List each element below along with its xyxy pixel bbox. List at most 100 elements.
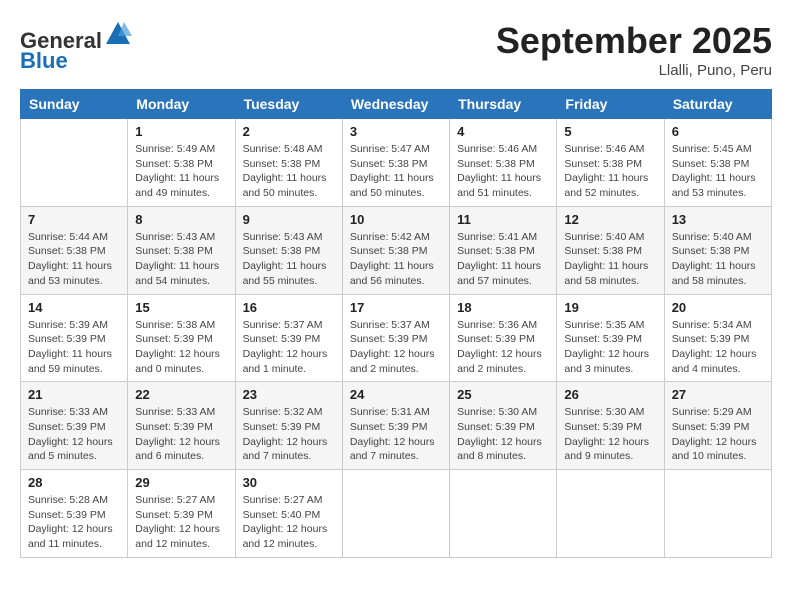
day-number: 28 [28, 475, 120, 490]
col-header-friday: Friday [557, 90, 664, 119]
day-info: Sunrise: 5:27 AMSunset: 5:39 PMDaylight:… [135, 493, 227, 552]
day-info: Sunrise: 5:48 AMSunset: 5:38 PMDaylight:… [243, 142, 335, 201]
calendar-cell: 15Sunrise: 5:38 AMSunset: 5:39 PMDayligh… [128, 294, 235, 382]
day-number: 5 [564, 124, 656, 139]
day-number: 10 [350, 212, 442, 227]
day-info: Sunrise: 5:44 AMSunset: 5:38 PMDaylight:… [28, 230, 120, 289]
calendar-cell: 21Sunrise: 5:33 AMSunset: 5:39 PMDayligh… [21, 382, 128, 470]
calendar-cell: 29 Sunrise: 5:27 AMSunset: 5:39 PMDayligh… [128, 470, 235, 558]
calendar-cell: 9 Sunrise: 5:43 AMSunset: 5:38 PMDaylight… [235, 206, 342, 294]
calendar-cell: 23Sunrise: 5:32 AMSunset: 5:39 PMDayligh… [235, 382, 342, 470]
day-number: 23 [243, 387, 335, 402]
calendar-cell [342, 470, 449, 558]
title-block: September 2025 Llalli, Puno, Peru [496, 20, 772, 79]
calendar-cell: 17 Sunrise: 5:37 AMSunset: 5:39 PMDayligh… [342, 294, 449, 382]
calendar-cell: 25 Sunrise: 5:30 AMSunset: 5:39 PMDayligh… [450, 382, 557, 470]
calendar-cell: 4 Sunrise: 5:46 AMSunset: 5:38 PMDaylight… [450, 119, 557, 207]
page-header: General Blue September 2025 Llalli, Puno… [20, 20, 772, 79]
day-number: 29 [135, 475, 227, 490]
day-info: Sunrise: 5:43 AMSunset: 5:38 PMDaylight:… [243, 230, 335, 289]
calendar-cell: 1 Sunrise: 5:49 AMSunset: 5:38 PMDaylight… [128, 119, 235, 207]
calendar-table: SundayMondayTuesdayWednesdayThursdayFrid… [20, 89, 772, 558]
day-info: Sunrise: 5:27 AMSunset: 5:40 PMDaylight:… [243, 493, 335, 552]
day-number: 1 [135, 124, 227, 139]
day-number: 18 [457, 300, 549, 315]
day-number: 21 [28, 387, 120, 402]
calendar-cell: 28Sunrise: 5:28 AMSunset: 5:39 PMDayligh… [21, 470, 128, 558]
calendar-cell: 22 Sunrise: 5:33 AMSunset: 5:39 PMDayligh… [128, 382, 235, 470]
day-number: 24 [350, 387, 442, 402]
month-title: September 2025 [496, 20, 772, 62]
calendar-cell: 12 Sunrise: 5:40 AMSunset: 5:38 PMDayligh… [557, 206, 664, 294]
day-info: Sunrise: 5:39 AMSunset: 5:39 PMDaylight:… [28, 318, 120, 377]
calendar-week-5: 28Sunrise: 5:28 AMSunset: 5:39 PMDayligh… [21, 470, 772, 558]
calendar-cell: 16 Sunrise: 5:37 AMSunset: 5:39 PMDayligh… [235, 294, 342, 382]
day-number: 6 [672, 124, 764, 139]
day-number: 26 [564, 387, 656, 402]
calendar-cell [557, 470, 664, 558]
calendar-cell: 27Sunrise: 5:29 AMSunset: 5:39 PMDayligh… [664, 382, 771, 470]
day-number: 30 [243, 475, 335, 490]
calendar-cell: 10 Sunrise: 5:42 AMSunset: 5:38 PMDayligh… [342, 206, 449, 294]
day-number: 13 [672, 212, 764, 227]
day-info: Sunrise: 5:36 AMSunset: 5:39 PMDaylight:… [457, 318, 549, 377]
day-info: Sunrise: 5:30 AMSunset: 5:39 PMDaylight:… [457, 405, 549, 464]
day-info: Sunrise: 5:37 AMSunset: 5:39 PMDaylight:… [350, 318, 442, 377]
col-header-sunday: Sunday [21, 90, 128, 119]
day-info: Sunrise: 5:37 AMSunset: 5:39 PMDaylight:… [243, 318, 335, 377]
day-number: 8 [135, 212, 227, 227]
day-info: Sunrise: 5:34 AMSunset: 5:39 PMDaylight:… [672, 318, 764, 377]
day-number: 7 [28, 212, 120, 227]
day-number: 4 [457, 124, 549, 139]
calendar-cell: 8Sunrise: 5:43 AMSunset: 5:38 PMDaylight… [128, 206, 235, 294]
day-info: Sunrise: 5:45 AMSunset: 5:38 PMDaylight:… [672, 142, 764, 201]
calendar-cell: 13 Sunrise: 5:40 AMSunset: 5:38 PMDayligh… [664, 206, 771, 294]
day-info: Sunrise: 5:30 AMSunset: 5:39 PMDaylight:… [564, 405, 656, 464]
day-info: Sunrise: 5:46 AMSunset: 5:38 PMDaylight:… [564, 142, 656, 201]
calendar-week-1: 1 Sunrise: 5:49 AMSunset: 5:38 PMDaylight… [21, 119, 772, 207]
calendar-cell [664, 470, 771, 558]
logo: General Blue [20, 20, 132, 73]
col-header-tuesday: Tuesday [235, 90, 342, 119]
location-subtitle: Llalli, Puno, Peru [496, 62, 772, 79]
day-number: 2 [243, 124, 335, 139]
day-info: Sunrise: 5:33 AMSunset: 5:39 PMDaylight:… [135, 405, 227, 464]
calendar-cell: 30 Sunrise: 5:27 AMSunset: 5:40 PMDayligh… [235, 470, 342, 558]
calendar-cell: 6 Sunrise: 5:45 AMSunset: 5:38 PMDaylight… [664, 119, 771, 207]
day-number: 11 [457, 212, 549, 227]
calendar-cell: 11 Sunrise: 5:41 AMSunset: 5:38 PMDayligh… [450, 206, 557, 294]
day-info: Sunrise: 5:40 AMSunset: 5:38 PMDaylight:… [672, 230, 764, 289]
day-info: Sunrise: 5:35 AMSunset: 5:39 PMDaylight:… [564, 318, 656, 377]
col-header-saturday: Saturday [664, 90, 771, 119]
calendar-cell: 5 Sunrise: 5:46 AMSunset: 5:38 PMDaylight… [557, 119, 664, 207]
day-number: 14 [28, 300, 120, 315]
day-info: Sunrise: 5:29 AMSunset: 5:39 PMDaylight:… [672, 405, 764, 464]
day-info: Sunrise: 5:41 AMSunset: 5:38 PMDaylight:… [457, 230, 549, 289]
day-info: Sunrise: 5:40 AMSunset: 5:38 PMDaylight:… [564, 230, 656, 289]
calendar-cell [21, 119, 128, 207]
day-info: Sunrise: 5:47 AMSunset: 5:38 PMDaylight:… [350, 142, 442, 201]
day-info: Sunrise: 5:42 AMSunset: 5:38 PMDaylight:… [350, 230, 442, 289]
day-info: Sunrise: 5:46 AMSunset: 5:38 PMDaylight:… [457, 142, 549, 201]
day-number: 15 [135, 300, 227, 315]
calendar-header-row: SundayMondayTuesdayWednesdayThursdayFrid… [21, 90, 772, 119]
day-number: 25 [457, 387, 549, 402]
calendar-cell [450, 470, 557, 558]
calendar-cell: 7 Sunrise: 5:44 AMSunset: 5:38 PMDaylight… [21, 206, 128, 294]
day-number: 16 [243, 300, 335, 315]
col-header-monday: Monday [128, 90, 235, 119]
day-number: 9 [243, 212, 335, 227]
day-info: Sunrise: 5:49 AMSunset: 5:38 PMDaylight:… [135, 142, 227, 201]
logo-icon [104, 20, 132, 48]
calendar-cell: 14 Sunrise: 5:39 AMSunset: 5:39 PMDayligh… [21, 294, 128, 382]
logo-blue: Blue [20, 48, 68, 73]
day-number: 22 [135, 387, 227, 402]
calendar-cell: 2 Sunrise: 5:48 AMSunset: 5:38 PMDaylight… [235, 119, 342, 207]
day-info: Sunrise: 5:31 AMSunset: 5:39 PMDaylight:… [350, 405, 442, 464]
calendar-week-2: 7 Sunrise: 5:44 AMSunset: 5:38 PMDaylight… [21, 206, 772, 294]
day-number: 19 [564, 300, 656, 315]
calendar-cell: 19 Sunrise: 5:35 AMSunset: 5:39 PMDayligh… [557, 294, 664, 382]
day-number: 12 [564, 212, 656, 227]
calendar-cell: 24 Sunrise: 5:31 AMSunset: 5:39 PMDayligh… [342, 382, 449, 470]
day-number: 17 [350, 300, 442, 315]
